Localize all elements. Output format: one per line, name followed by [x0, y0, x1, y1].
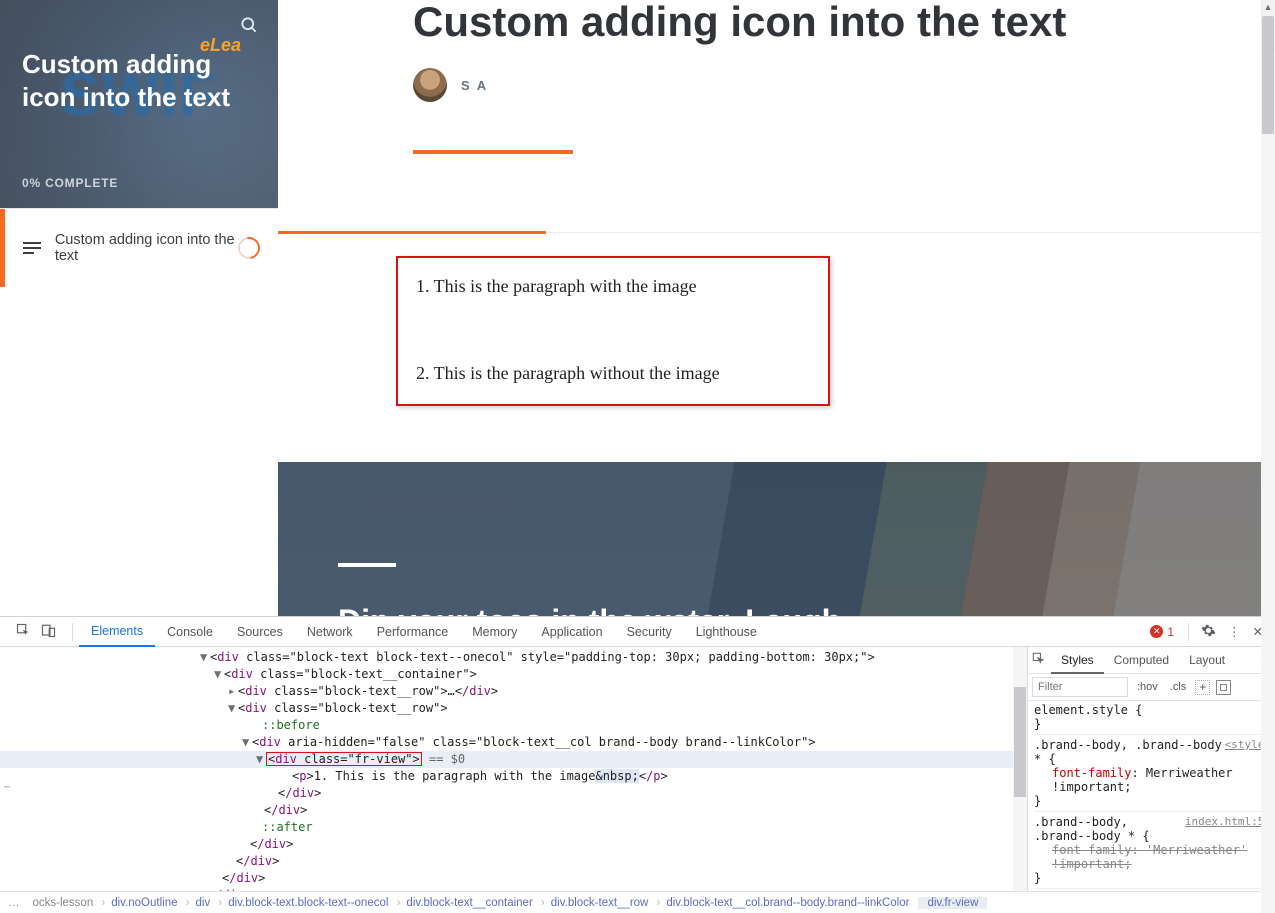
dom-node[interactable]: </div>: [0, 853, 1027, 870]
overflow-dots-icon: ⋯: [4, 779, 12, 796]
styles-filter-input[interactable]: [1032, 677, 1128, 697]
search-icon[interactable]: [234, 10, 264, 40]
breadcrumb-item[interactable]: div: [187, 897, 220, 909]
styles-panel: Styles Computed Layout » :hov .cls + ele…: [1027, 647, 1275, 891]
dom-node[interactable]: </div>: [0, 836, 1027, 853]
error-count[interactable]: ✕ 1: [1142, 625, 1182, 639]
breadcrumb-item[interactable]: div.block-text__container: [397, 897, 541, 909]
accent-underline: [278, 231, 546, 234]
hero-title: Dip your toes in the water. Laugh: [338, 603, 841, 616]
dom-node[interactable]: </div>: [0, 802, 1027, 819]
styles-tab-styles[interactable]: Styles: [1051, 647, 1104, 674]
devtools: Elements Console Sources Network Perform…: [0, 616, 1275, 913]
scroll-up-icon[interactable]: ▲: [1261, 0, 1275, 14]
lesson-list: Custom adding icon into the text: [0, 208, 278, 616]
dom-node[interactable]: ::after: [0, 819, 1027, 836]
breadcrumb-item[interactable]: div.block-text.block-text--onecol: [219, 897, 397, 909]
settings-icon[interactable]: [1201, 623, 1216, 641]
styles-rules[interactable]: element.style { } <style> .brand--body, …: [1028, 701, 1275, 891]
dom-node[interactable]: ▼<div class="block-text__row">: [0, 700, 1027, 717]
article-title: Custom adding icon into the text: [278, 0, 1275, 44]
hero-banner: Dip your toes in the water. Laugh: [278, 462, 1261, 616]
paragraph-1: 1. This is the paragraph with the image: [416, 274, 810, 299]
device-toolbar-icon[interactable]: [41, 623, 56, 641]
styles-tabs: Styles Computed Layout »: [1028, 647, 1275, 674]
breadcrumb-item[interactable]: div.block-text__col.brand--body.brand--l…: [657, 897, 918, 909]
tab-network[interactable]: Network: [295, 617, 365, 647]
dom-breadcrumb[interactable]: …ocks-lessondiv.noOutlinedivdiv.block-te…: [0, 891, 1275, 913]
error-icon: ✕: [1150, 625, 1163, 638]
dom-node[interactable]: <p>1. This is the paragraph with the ima…: [0, 768, 1027, 785]
styles-filter-row: :hov .cls +: [1028, 674, 1275, 701]
devtools-tabs: Elements Console Sources Network Perform…: [0, 617, 1275, 647]
styles-scrollbar[interactable]: [1261, 54, 1275, 913]
avatar: [413, 68, 447, 102]
tab-performance[interactable]: Performance: [365, 617, 461, 647]
lesson-item-label: Custom adding icon into the text: [55, 232, 260, 264]
dom-node[interactable]: ▼<div class="block-text block-text--onec…: [0, 649, 1027, 666]
breadcrumb-item[interactable]: div.block-text__row: [542, 897, 658, 909]
new-style-rule-icon[interactable]: +: [1195, 680, 1210, 695]
cls-toggle[interactable]: .cls: [1167, 681, 1190, 693]
main-content: Custom adding icon into the text S A 1. …: [278, 0, 1275, 616]
paragraph-2: 2. This is the paragraph without the ima…: [416, 361, 810, 386]
styles-tab-layout[interactable]: Layout: [1179, 647, 1235, 674]
hov-toggle[interactable]: :hov: [1134, 681, 1161, 693]
tab-sources[interactable]: Sources: [225, 617, 295, 647]
hero-rule: [338, 563, 396, 567]
dom-scrollbar[interactable]: [1013, 647, 1027, 891]
progress-label: 0% COMPLETE: [22, 176, 118, 190]
styles-tab-computed[interactable]: Computed: [1104, 647, 1179, 674]
breadcrumb-item[interactable]: div.noOutline: [102, 897, 186, 909]
course-title: Custom adding icon into the text: [22, 48, 258, 113]
kebab-menu-icon[interactable]: ⋮: [1228, 624, 1241, 639]
tab-lighthouse[interactable]: Lighthouse: [684, 617, 769, 647]
breadcrumb-item[interactable]: div.fr-view: [918, 897, 987, 909]
sidebar: eLea SWIF Custom adding icon into the te…: [0, 0, 278, 616]
breadcrumb-item[interactable]: ocks-lesson: [24, 897, 103, 909]
dom-node[interactable]: </div>: [0, 870, 1027, 887]
dom-node[interactable]: ::before: [0, 717, 1027, 734]
inspect-element-icon[interactable]: [16, 623, 31, 641]
tab-memory[interactable]: Memory: [460, 617, 529, 647]
dom-tree-panel[interactable]: ⋯ ▼<div class="block-text block-text--on…: [0, 647, 1027, 891]
dom-node[interactable]: ▸<div class="block-text__row">…</div>: [0, 683, 1027, 700]
box-model-icon[interactable]: [1216, 680, 1231, 695]
sidebar-header: eLea SWIF Custom adding icon into the te…: [0, 0, 278, 208]
tab-elements[interactable]: Elements: [79, 617, 155, 647]
tab-security[interactable]: Security: [615, 617, 684, 647]
dom-node[interactable]: </div>: [0, 785, 1027, 802]
dom-node[interactable]: </div>: [0, 887, 1027, 891]
accent-bar: [413, 150, 573, 154]
dom-node[interactable]: ▼<div aria-hidden="false" class="block-t…: [0, 734, 1027, 751]
inspect-icon[interactable]: [1028, 652, 1051, 668]
dom-node[interactable]: ▼<div class="block-text__container">: [0, 666, 1027, 683]
lesson-item[interactable]: Custom adding icon into the text: [0, 209, 278, 287]
author-name: S A: [461, 78, 488, 93]
tab-application[interactable]: Application: [529, 617, 614, 647]
dom-node[interactable]: ▼<div class="fr-view"> == $0: [0, 751, 1013, 768]
highlighted-text-block: 1. This is the paragraph with the image …: [396, 256, 830, 406]
hamburger-icon: [23, 242, 41, 254]
tab-console[interactable]: Console: [155, 617, 225, 647]
author-row: S A: [278, 44, 1275, 102]
